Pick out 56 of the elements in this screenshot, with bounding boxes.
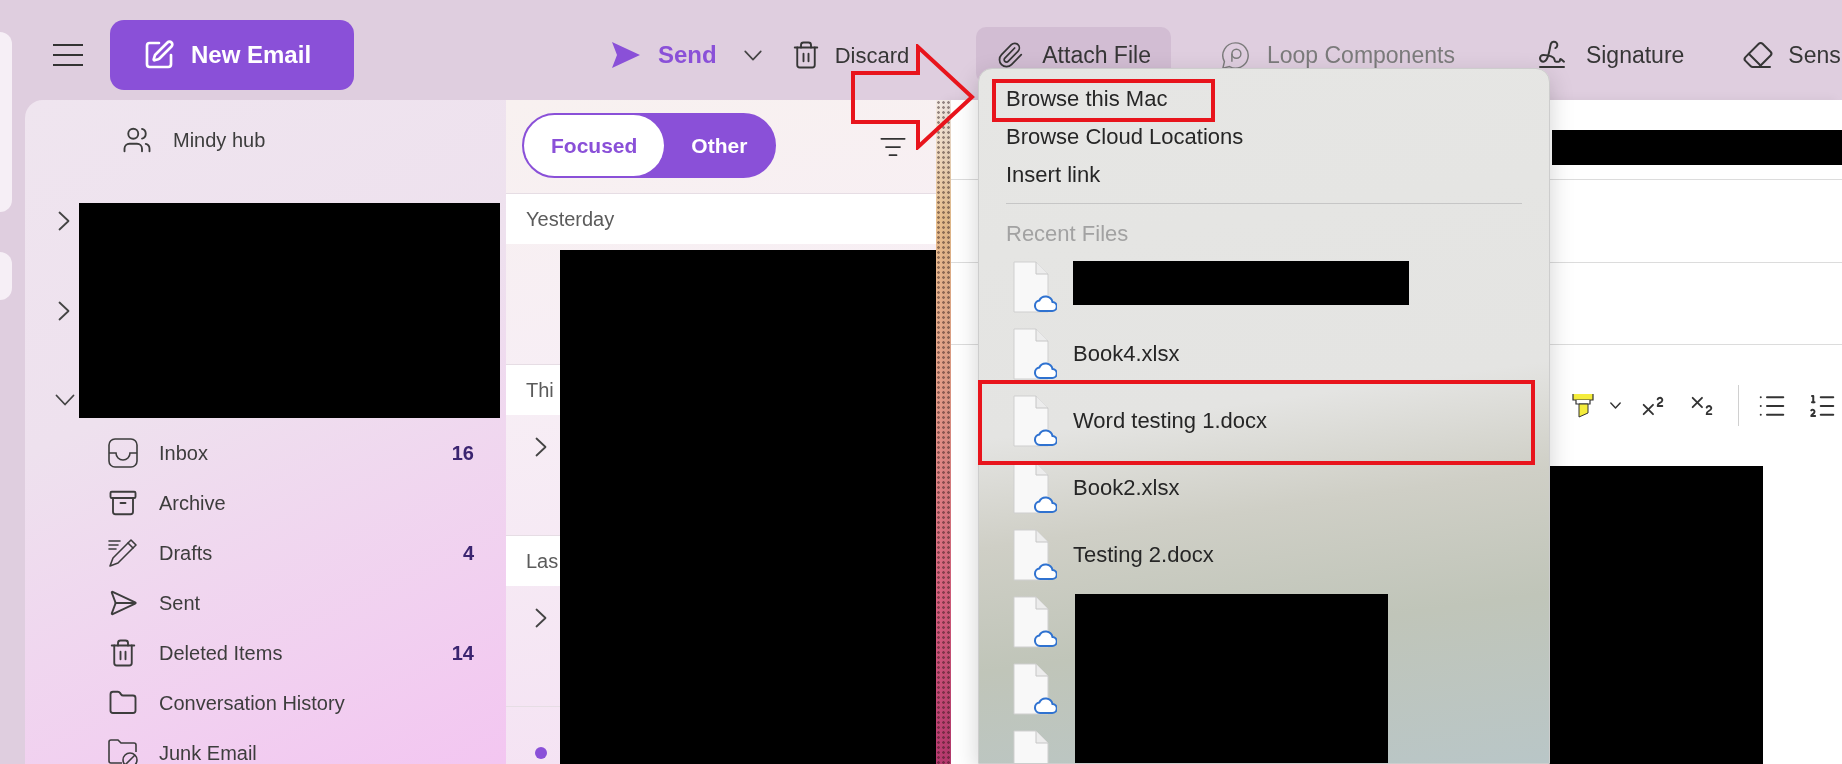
view-tab[interactable]: Focused: [524, 115, 665, 176]
rail-panel: [0, 252, 12, 300]
people-icon: [122, 125, 152, 155]
menu-icon[interactable]: [53, 44, 83, 66]
file-item[interactable]: Book2.xlsx: [1013, 461, 1180, 514]
folder-item[interactable]: Archive: [108, 488, 226, 518]
cloud-file-icon: [1013, 260, 1057, 313]
cloud-file-icon: [1013, 394, 1057, 447]
file-item[interactable]: Book4.xlsx: [1013, 327, 1180, 380]
discard-button[interactable]: Discard: [770, 39, 914, 71]
sidebar-item[interactable]: Mindy hub: [122, 125, 266, 155]
menu-item[interactable]: Insert link: [1006, 162, 1101, 188]
inbox-icon: [108, 438, 138, 468]
unread-count: 4: [462, 543, 474, 563]
file-item[interactable]: Testing 2.docx: [1013, 528, 1214, 581]
pencil-icon: [108, 538, 138, 568]
highlighter-icon[interactable]: [1572, 393, 1594, 418]
folder-item[interactable]: Inbox: [108, 438, 208, 468]
section-header: Recent Files: [1006, 219, 1129, 248]
date-header: Thi: [506, 364, 560, 415]
signature-button[interactable]: Signature: [1515, 39, 1705, 71]
date-header: Yesterday: [506, 193, 936, 244]
folder-item[interactable]: Deleted Items: [108, 638, 283, 668]
cloud-file-icon: [1013, 662, 1057, 715]
chevron-right-icon[interactable]: [58, 211, 70, 231]
chevron-right-icon[interactable]: [535, 608, 547, 628]
paperclip-icon: [996, 41, 1025, 69]
cloud-file-icon: [1013, 327, 1057, 380]
chat-bubble-icon: [1221, 41, 1249, 69]
new-email-button[interactable]: New Email: [110, 20, 354, 90]
send-icon: [612, 42, 640, 68]
folder-item[interactable]: Conversation History: [108, 688, 345, 718]
folder-item[interactable]: Sent: [108, 588, 201, 618]
cloud-file-icon: [1013, 528, 1057, 581]
send-icon: [108, 588, 138, 618]
chevron-down-icon[interactable]: [1610, 402, 1621, 409]
chevron-right-icon[interactable]: [535, 437, 547, 457]
file-item[interactable]: Word testing 1.docx: [1013, 394, 1268, 447]
sensitivity-button[interactable]: Sens: [1722, 39, 1842, 71]
unread-count: 14: [451, 643, 474, 663]
menu-item[interactable]: Browse this Mac: [1006, 86, 1168, 112]
chevron-down-icon[interactable]: [742, 49, 763, 61]
menu-item[interactable]: Browse Cloud Locations: [1006, 124, 1244, 150]
chevron-right-icon[interactable]: [58, 301, 70, 321]
folder-item[interactable]: Junk Email: [108, 738, 257, 764]
view-tab[interactable]: Other: [664, 115, 775, 176]
folder-item[interactable]: Drafts: [108, 538, 213, 568]
cloud-file-icon: [1013, 595, 1057, 648]
eraser-icon: [1742, 39, 1775, 71]
compose-icon: [143, 39, 175, 71]
unread-count: 16: [451, 443, 474, 463]
trash-icon: [108, 638, 138, 668]
archive-icon: [108, 488, 138, 518]
blocked-folder-icon: [108, 738, 138, 764]
date-header: Las: [506, 535, 560, 586]
chevron-down-icon[interactable]: [55, 394, 75, 406]
